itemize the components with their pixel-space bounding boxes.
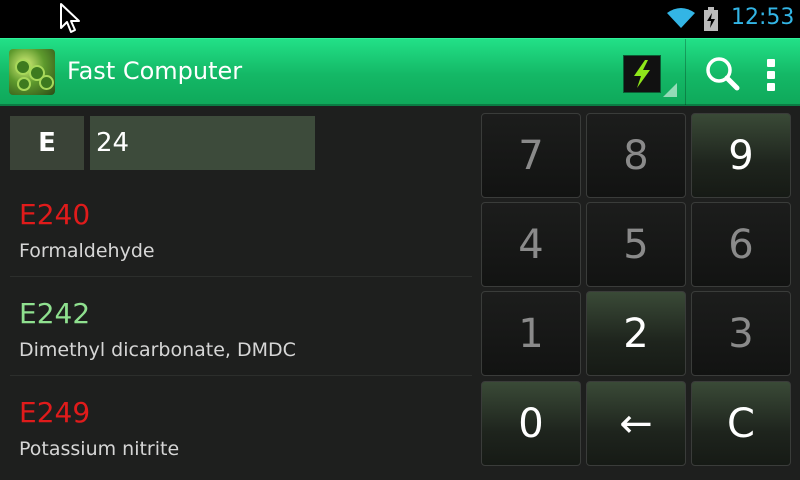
- list-item[interactable]: E242 Dimethyl dicarbonate, DMDC: [10, 277, 472, 376]
- key-7[interactable]: 7: [481, 113, 581, 198]
- app-title: Fast Computer: [67, 57, 243, 85]
- additive-name: Dimethyl dicarbonate, DMDC: [19, 339, 296, 361]
- battery-charging-icon: [704, 7, 718, 31]
- mode-spinner[interactable]: [621, 51, 679, 99]
- key-8[interactable]: 8: [586, 113, 686, 198]
- key-5[interactable]: 5: [586, 202, 686, 287]
- clear-key[interactable]: C: [691, 381, 791, 466]
- list-item[interactable]: E240 Formaldehyde: [10, 178, 472, 277]
- key-0[interactable]: 0: [481, 381, 581, 466]
- key-4[interactable]: 4: [481, 202, 581, 287]
- key-1[interactable]: 1: [481, 291, 581, 376]
- key-9[interactable]: 9: [691, 113, 791, 198]
- additive-name: Formaldehyde: [19, 240, 155, 262]
- action-bar: Fast Computer: [0, 38, 800, 106]
- lightning-bolt-icon: [623, 55, 661, 93]
- search-icon: [706, 57, 740, 91]
- search-button[interactable]: [700, 51, 744, 95]
- additive-code: E240: [19, 198, 91, 231]
- spinner-corner-indicator: [663, 83, 677, 97]
- status-bar: 12:53: [0, 0, 800, 38]
- key-2[interactable]: 2: [586, 291, 686, 376]
- clock: 12:53: [731, 5, 795, 30]
- wifi-icon: [667, 8, 695, 28]
- app-peas-icon: [9, 49, 55, 95]
- numeric-keypad: 7 8 9 4 5 6 1 2 3 0 ← C: [481, 113, 792, 467]
- e-prefix-label: E: [10, 116, 84, 170]
- list-item[interactable]: E249 Potassium nitrite: [10, 376, 472, 474]
- additive-code: E242: [19, 297, 91, 330]
- e-number-input[interactable]: 24: [90, 116, 315, 170]
- mouse-cursor-icon: [60, 3, 80, 33]
- backspace-key[interactable]: ←: [586, 381, 686, 466]
- key-6[interactable]: 6: [691, 202, 791, 287]
- additive-code: E249: [19, 396, 91, 429]
- overflow-menu-button[interactable]: [752, 51, 790, 95]
- additive-name: Potassium nitrite: [19, 438, 180, 460]
- key-3[interactable]: 3: [691, 291, 791, 376]
- action-bar-divider: [685, 39, 686, 105]
- result-list: E240 Formaldehyde E242 Dimethyl dicarbon…: [10, 178, 472, 474]
